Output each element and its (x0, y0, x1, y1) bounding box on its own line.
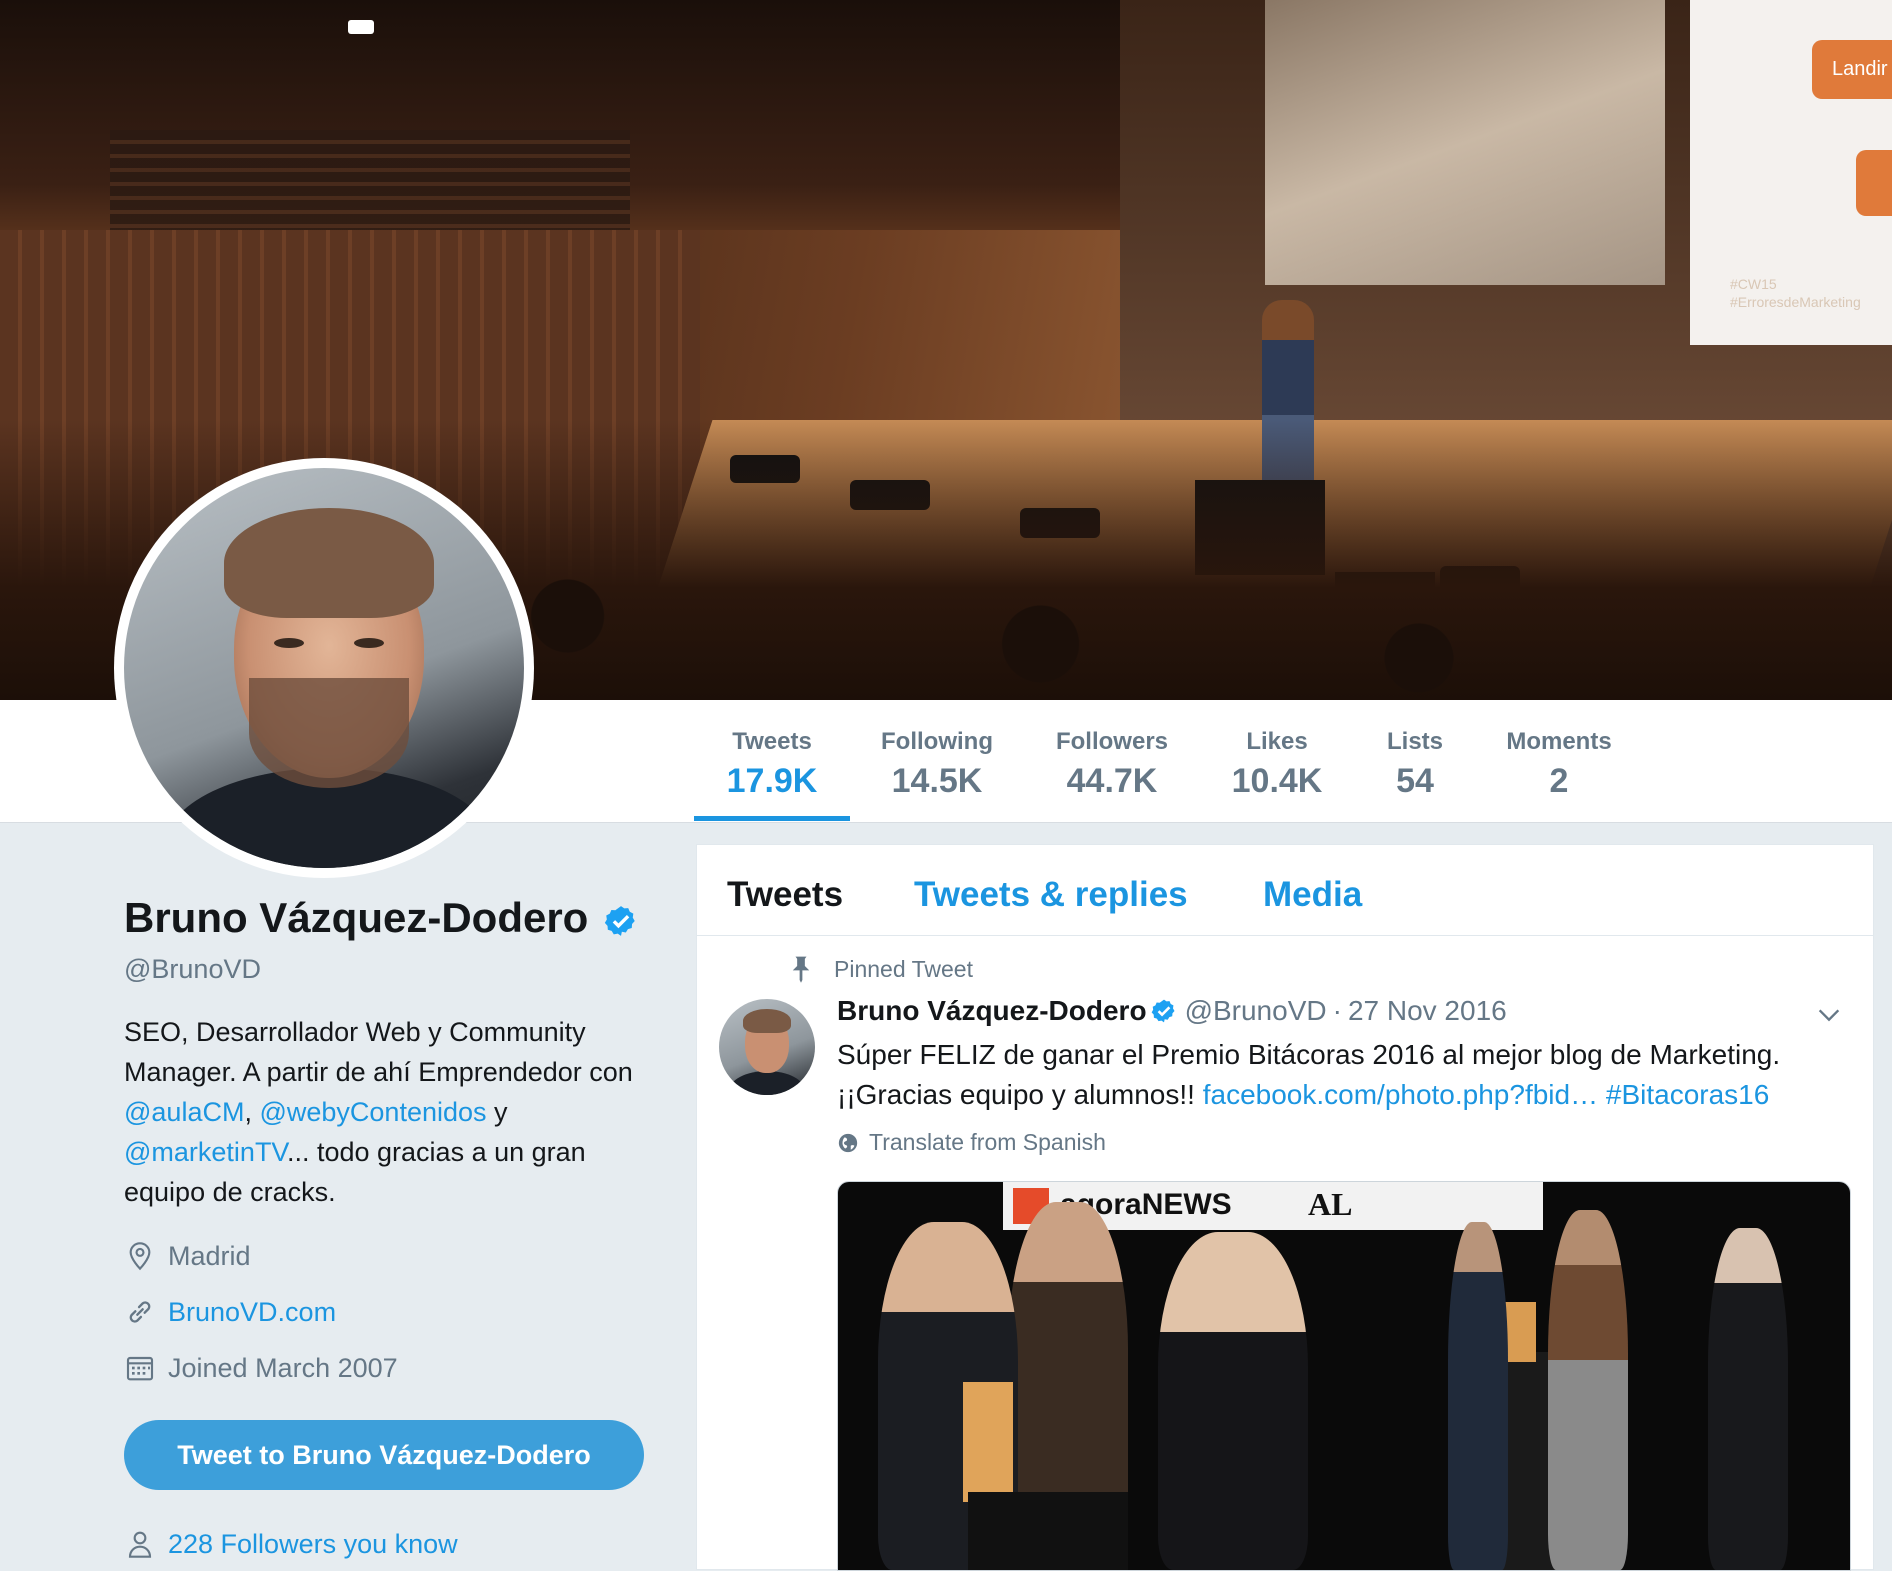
joined-text: Joined March 2007 (168, 1352, 398, 1383)
profile-handle[interactable]: @BrunoVD (124, 954, 261, 985)
nav-following[interactable]: Following 14.5K (872, 728, 1002, 801)
ceiling-light (348, 20, 374, 34)
tweet-text: Súper FELIZ de ganar el Premio Bitácoras… (837, 1035, 1837, 1115)
mini-jacket (729, 1071, 805, 1095)
nav-likes[interactable]: Likes 10.4K (1222, 728, 1332, 801)
avatar-eye (354, 638, 384, 648)
bio-text: , (244, 1097, 260, 1127)
nav-value: 44.7K (1066, 762, 1158, 800)
nav-lists[interactable]: Lists 54 (1372, 728, 1458, 801)
tweet-author-handle[interactable]: @BrunoVD (1185, 995, 1327, 1027)
bio-mention-link[interactable]: @aulaCM (124, 1097, 244, 1127)
bio-text: SEO, Desarrollador Web y Community Manag… (124, 1017, 633, 1087)
website-link[interactable]: BrunoVD.com (168, 1297, 336, 1328)
nav-label: Followers (1055, 728, 1169, 755)
verified-badge-icon (604, 906, 635, 936)
media-person (1158, 1232, 1308, 1570)
link-icon (129, 1301, 151, 1323)
nav-label: Tweets (732, 728, 812, 755)
tweet-link[interactable]: facebook.com/photo.php?fbid… (1203, 1079, 1598, 1110)
profile-website: BrunoVD.com (124, 1296, 336, 1328)
tab-tweets-replies[interactable]: Tweets & replies (914, 875, 1188, 915)
bio-mention-link[interactable]: @marketinTV (124, 1137, 287, 1167)
avatar-hair (224, 508, 434, 618)
projection-screen-speaker (1265, 0, 1665, 285)
timeline-tabs: Tweets Tweets & replies Media (697, 845, 1873, 936)
avatar-eye (274, 638, 304, 648)
profile-name[interactable]: Bruno Vázquez-Dodero (124, 894, 638, 942)
tweet-author-name[interactable]: Bruno Vázquez-Dodero (837, 995, 1147, 1027)
location-pin-icon (129, 1242, 151, 1271)
avatar-beard (249, 678, 409, 788)
translate-tweet[interactable]: Translate from Spanish (837, 1129, 1106, 1156)
followers-you-know-link[interactable]: 228 Followers you know (168, 1529, 458, 1560)
nav-value: 54 (1396, 762, 1434, 800)
media-award (963, 1382, 1013, 1502)
mini-hair (743, 1009, 791, 1033)
tweet-to-button[interactable]: Tweet to Bruno Vázquez-Dodero (124, 1420, 644, 1490)
slide-button-2 (1856, 150, 1892, 216)
pinned-text: Pinned Tweet (834, 955, 973, 982)
media-award (1504, 1302, 1536, 1362)
media-lectern (968, 1492, 1128, 1570)
slide-hashtags: #CW15 #ErroresdeMarketing (1730, 276, 1861, 310)
tweet-separator: · (1332, 995, 1342, 1026)
nav-label: Following (881, 728, 993, 755)
profile-location: Madrid (124, 1240, 251, 1272)
media-banner-text: AL (1308, 1186, 1353, 1222)
tweet-header: Bruno Vázquez-Dodero @BrunoVD · 27 Nov 2… (837, 995, 1507, 1027)
nav-value: 14.5K (891, 762, 983, 800)
nav-tweets[interactable]: Tweets 17.9K (700, 728, 844, 801)
followers-you-know[interactable]: 228 Followers you know (124, 1528, 458, 1560)
tweet-hashtag[interactable]: #Bitacoras16 (1606, 1079, 1769, 1110)
nav-label: Likes (1246, 728, 1308, 755)
profile-avatar[interactable] (114, 458, 534, 878)
bio-text: y (486, 1097, 508, 1127)
profile-joined: Joined March 2007 (124, 1352, 398, 1384)
nav-value: 17.9K (726, 762, 818, 800)
tab-media[interactable]: Media (1263, 875, 1362, 915)
nav-label: Moments (1506, 728, 1612, 755)
verified-badge-icon (1151, 999, 1175, 1023)
profile-bio: SEO, Desarrollador Web y Community Manag… (124, 1012, 644, 1212)
slide-button: Landir (1812, 40, 1892, 99)
auditorium-balcony (110, 130, 630, 240)
nav-value: 2 (1549, 762, 1569, 800)
person-icon (128, 1531, 152, 1558)
calendar-icon (126, 1356, 154, 1381)
globe-icon (838, 1133, 858, 1152)
media-person (1708, 1228, 1788, 1570)
profile-name-text[interactable]: Bruno Vázquez-Dodero (124, 894, 588, 941)
tweet-date[interactable]: 27 Nov 2016 (1348, 995, 1507, 1027)
nav-value: 10.4K (1231, 762, 1323, 800)
media-person (1548, 1210, 1628, 1570)
tab-tweets[interactable]: Tweets (727, 875, 843, 915)
bio-mention-link[interactable]: @webyContenidos (259, 1097, 486, 1127)
nav-label: Lists (1386, 728, 1443, 755)
avatar-photo (124, 468, 524, 868)
nav-followers[interactable]: Followers 44.7K (1048, 728, 1176, 801)
chevron-down-icon[interactable] (1815, 1001, 1843, 1029)
nav-moments[interactable]: Moments 2 (1498, 728, 1620, 801)
pinned-tweet-label: Pinned Tweet (790, 955, 973, 983)
media-person (1448, 1222, 1508, 1570)
tweet-avatar[interactable] (719, 999, 815, 1095)
location-text: Madrid (168, 1240, 251, 1271)
tweet-media-photo[interactable]: agoraNEWS AL (837, 1181, 1851, 1571)
nav-active-underline (694, 816, 850, 821)
timeline: Tweets Tweets & replies Media Pinned Twe… (696, 844, 1874, 1571)
pin-icon (792, 956, 810, 983)
translate-text[interactable]: Translate from Spanish (869, 1129, 1106, 1156)
